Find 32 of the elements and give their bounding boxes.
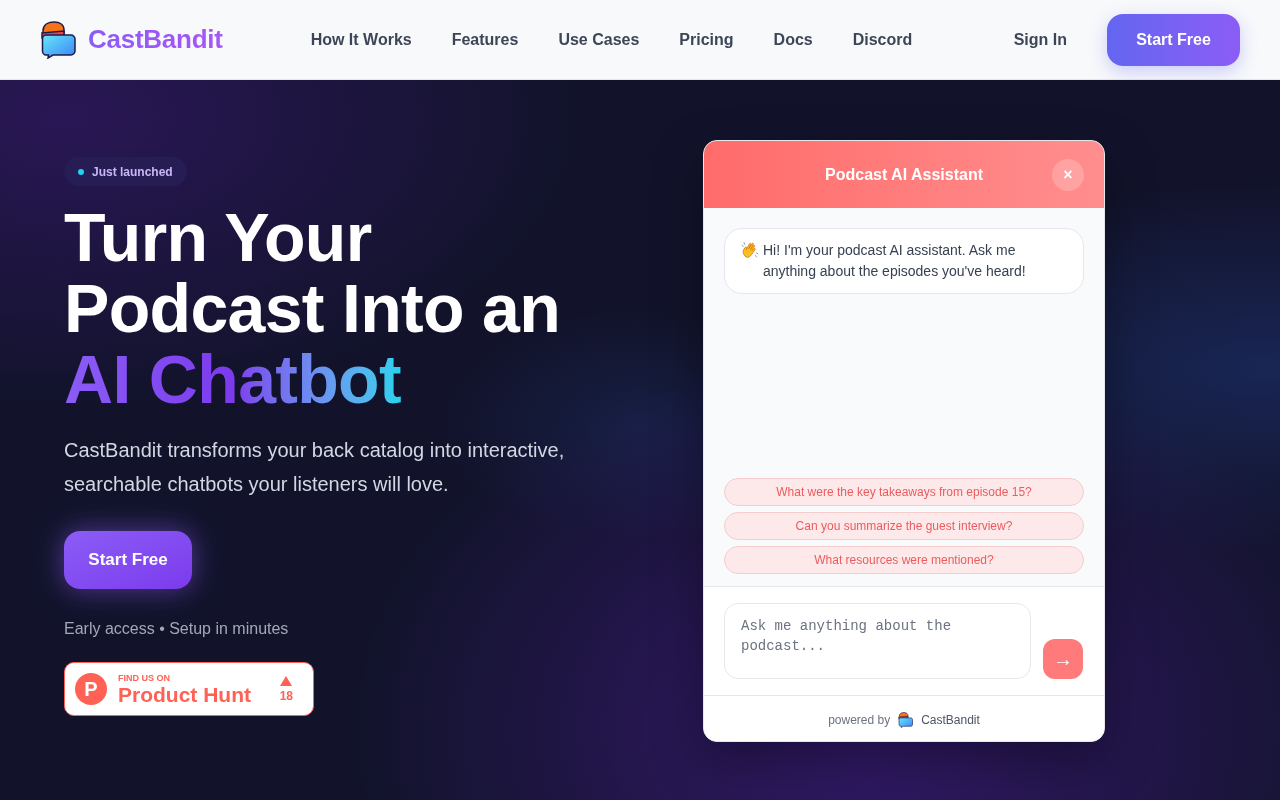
start-free-button[interactable]: Start Free (64, 531, 192, 589)
nav-link[interactable]: Docs (773, 27, 813, 52)
hero-heading: Turn Your Podcast Into an AI Chatbot (64, 202, 561, 415)
nav-link[interactable]: Features (451, 27, 519, 52)
suggestion-chip[interactable]: Can you summarize the guest interview? (724, 512, 1084, 540)
message-text: Hi! I'm your podcast AI assistant. Ask me anything about the episodes you've heard! (763, 241, 1027, 281)
waving-hand-icon (741, 241, 759, 259)
message-input[interactable]: Ask me anything about the podcast... (724, 603, 1031, 679)
chat-title: Podcast AI Assistant (825, 164, 983, 185)
nav-link[interactable]: Discord (852, 27, 913, 52)
upvote-count: 18 (279, 688, 293, 703)
brand-logo[interactable]: CastBandit (40, 20, 223, 59)
start-free-button[interactable]: Start Free (1107, 13, 1240, 66)
find-us-label: FIND US ON (118, 672, 171, 683)
logo-icon (40, 20, 76, 59)
hero-subtitle: CastBandit transforms your back catalog into interactive, searchable chatbots your listeners will love. (64, 438, 566, 497)
product-hunt-logo: P (75, 673, 107, 705)
product-hunt-name: Product Hunt (118, 682, 251, 706)
powered-by-label: powered by (828, 711, 891, 729)
badge-text: Just launched (92, 163, 173, 181)
nav-link[interactable]: Pricing (679, 27, 734, 52)
early-access-note: Early access • Setup in minutes (64, 619, 289, 639)
product-hunt-badge[interactable]: P FIND US ON Product Hunt 18 (64, 662, 314, 716)
suggestion-chip[interactable]: What resources were mentioned? (724, 546, 1084, 574)
nav-link[interactable]: How It Works (310, 27, 412, 52)
sign-in-link[interactable]: Sign In (1013, 27, 1067, 52)
send-button[interactable]: → (1043, 639, 1083, 679)
footer-logo-icon (898, 711, 914, 728)
upvote-triangle-icon (280, 675, 293, 686)
nav-link[interactable]: Use Cases (558, 27, 640, 52)
suggestion-chip[interactable]: What were the key takeaways from episode 15? (724, 478, 1084, 506)
footer-brand: CastBandit (921, 711, 980, 729)
